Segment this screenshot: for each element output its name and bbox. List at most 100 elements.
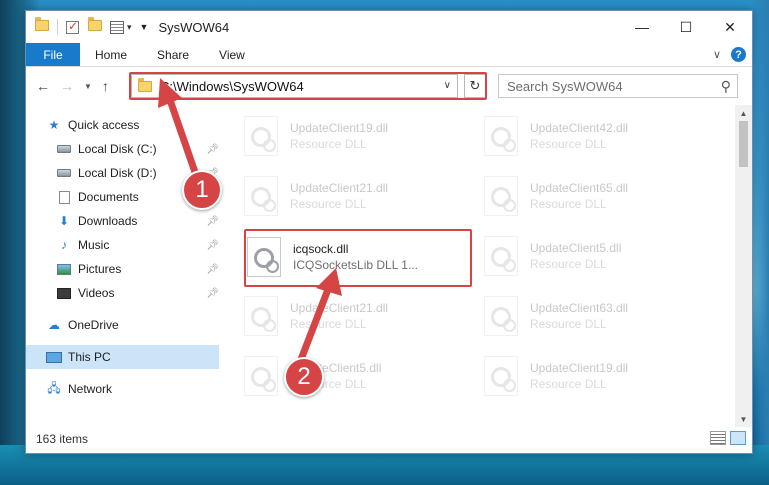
nav-quick-access[interactable]: ★ Quick access [26,113,219,137]
pictures-icon [56,262,72,276]
file-item[interactable]: UpdateClient65.dll Resource DLL [484,171,714,221]
file-item-icqsock[interactable]: icqsock.dll ICQSocketsLib DLL 1... [247,232,477,282]
nav-item-videos[interactable]: Videos 📌︎ [26,281,219,305]
file-name: UpdateClient21.dll [290,181,389,195]
properties-dropdown-icon[interactable]: ▾ [127,22,132,33]
tab-share[interactable]: Share [142,43,204,66]
download-icon: ⬇ [58,214,70,228]
address-dropdown-icon[interactable]: ∨ [444,80,451,91]
file-description: ICQSocketsLib DLL 1... [293,258,418,272]
file-item[interactable]: UpdateClient42.dll Resource DLL [484,111,714,161]
maximize-button[interactable]: ☐ [664,11,708,43]
nav-item-label: Pictures [78,262,122,276]
file-description: Resource DLL [530,137,607,151]
file-item[interactable]: UpdateClient63.dll Resource DLL [484,291,714,341]
vertical-scrollbar[interactable]: ▲ ▼ [735,105,752,427]
nav-item-label: Documents [78,190,139,204]
scroll-thumb[interactable] [739,121,748,167]
recent-locations-icon[interactable]: ▼ [84,82,92,91]
customize-toolbar-icon[interactable]: ▼ [140,22,149,32]
navigation-pane: ★ Quick access Local Disk (C:) 📌︎ Local … [26,105,219,427]
ribbon-tabs: File Home Share View ∨ ? [26,43,752,67]
dll-file-icon [484,116,518,156]
tab-view[interactable]: View [204,43,260,66]
drive-icon [56,142,72,156]
tiles-view-button[interactable] [730,431,746,445]
file-item[interactable]: UpdateClient21.dll Resource DLL [244,171,474,221]
address-bar[interactable]: C:\Windows\SysWOW64 ∨ [131,74,458,98]
explorer-body: ★ Quick access Local Disk (C:) 📌︎ Local … [26,105,752,427]
back-arrow-icon[interactable]: ← [36,78,50,94]
file-name: UpdateClient65.dll [530,181,629,195]
music-icon: ♪ [61,238,67,252]
dll-file-icon [244,176,278,216]
pin-icon[interactable]: 📌︎ [206,216,219,227]
pin-icon[interactable]: 📌︎ [206,144,219,155]
properties-icon[interactable] [110,20,124,34]
file-name: UpdateClient21.dll [290,301,389,315]
forward-arrow-icon[interactable]: → [60,78,74,94]
nav-item-music[interactable]: ♪ Music 📌︎ [26,233,219,257]
network-icon: 🖧︎ [47,380,61,395]
file-description: Resource DLL [290,197,367,211]
file-item[interactable]: UpdateClient5.dll Resource DLL [484,231,714,281]
item-count: 163 items [36,432,89,446]
scroll-up-icon[interactable]: ▲ [735,105,752,121]
file-name: UpdateClient42.dll [530,121,629,135]
help-icon[interactable]: ? [731,47,746,62]
pin-icon[interactable]: 📌︎ [206,264,219,275]
file-name: icqsock.dll [293,242,349,256]
file-explorer-window: ▾ ▼ SysWOW64 — ☐ ✕ File Home Share View … [25,10,753,454]
nav-network-label: Network [68,382,113,396]
status-bar: 163 items [26,425,752,453]
dll-file-icon [484,236,518,276]
window-controls: — ☐ ✕ [620,11,752,43]
file-description: Resource DLL [290,137,367,151]
view-buttons [706,431,746,445]
drive-icon [56,166,72,180]
search-input[interactable] [507,78,707,94]
pin-icon[interactable]: 📌︎ [206,240,219,251]
new-folder-icon[interactable] [88,17,102,34]
expand-ribbon-icon[interactable]: ∨ [713,48,721,61]
close-button[interactable]: ✕ [708,11,752,43]
dll-file-icon [244,296,278,336]
address-path[interactable]: C:\Windows\SysWOW64 [160,79,304,94]
nav-item-local-disk-c[interactable]: Local Disk (C:) 📌︎ [26,137,219,161]
file-item[interactable]: UpdateClient21.dll Resource DLL [244,291,474,341]
file-item[interactable]: UpdateClient5.dll Resource DLL [244,351,474,401]
details-view-button[interactable] [710,431,726,445]
properties-check-icon[interactable] [66,19,79,34]
pin-icon[interactable]: 📌︎ [206,288,219,299]
minimize-button[interactable]: — [620,11,664,43]
up-arrow-icon[interactable]: ↑ [102,78,109,94]
file-item[interactable]: UpdateClient19.dll Resource DLL [244,111,474,161]
annotation-marker-2: 2 [284,357,324,397]
toolbar-separator [57,19,58,35]
file-description: Resource DLL [290,317,367,331]
file-description: Resource DLL [530,257,607,271]
search-icon[interactable]: ⚲ [721,78,731,95]
nav-item-pictures[interactable]: Pictures 📌︎ [26,257,219,281]
file-item[interactable]: UpdateClient19.dll Resource DLL [484,351,714,401]
nav-network[interactable]: 🖧︎ Network [26,377,219,401]
search-box[interactable]: ⚲ [498,74,738,98]
nav-onedrive[interactable]: ☁ OneDrive [26,313,219,337]
annotation-marker-1: 1 [182,170,222,210]
nav-this-pc[interactable]: This PC [26,345,219,369]
file-name: UpdateClient5.dll [530,241,622,255]
refresh-button[interactable]: ↻ [464,74,486,98]
folder-icon[interactable] [35,17,49,34]
dll-file-icon [247,237,281,277]
wallpaper-right [751,0,769,485]
star-icon: ★ [48,118,60,132]
tab-home[interactable]: Home [80,43,142,66]
window-title: SysWOW64 [158,19,230,35]
nav-item-downloads[interactable]: ⬇ Downloads 📌︎ [26,209,219,233]
nav-item-label: Downloads [78,214,138,228]
nav-quick-access-label: Quick access [68,118,140,132]
dll-file-icon [484,176,518,216]
tab-file[interactable]: File [26,43,80,66]
nav-item-label: Local Disk (C:) [78,142,157,156]
ribbon-right-controls: ∨ ? [713,47,746,62]
